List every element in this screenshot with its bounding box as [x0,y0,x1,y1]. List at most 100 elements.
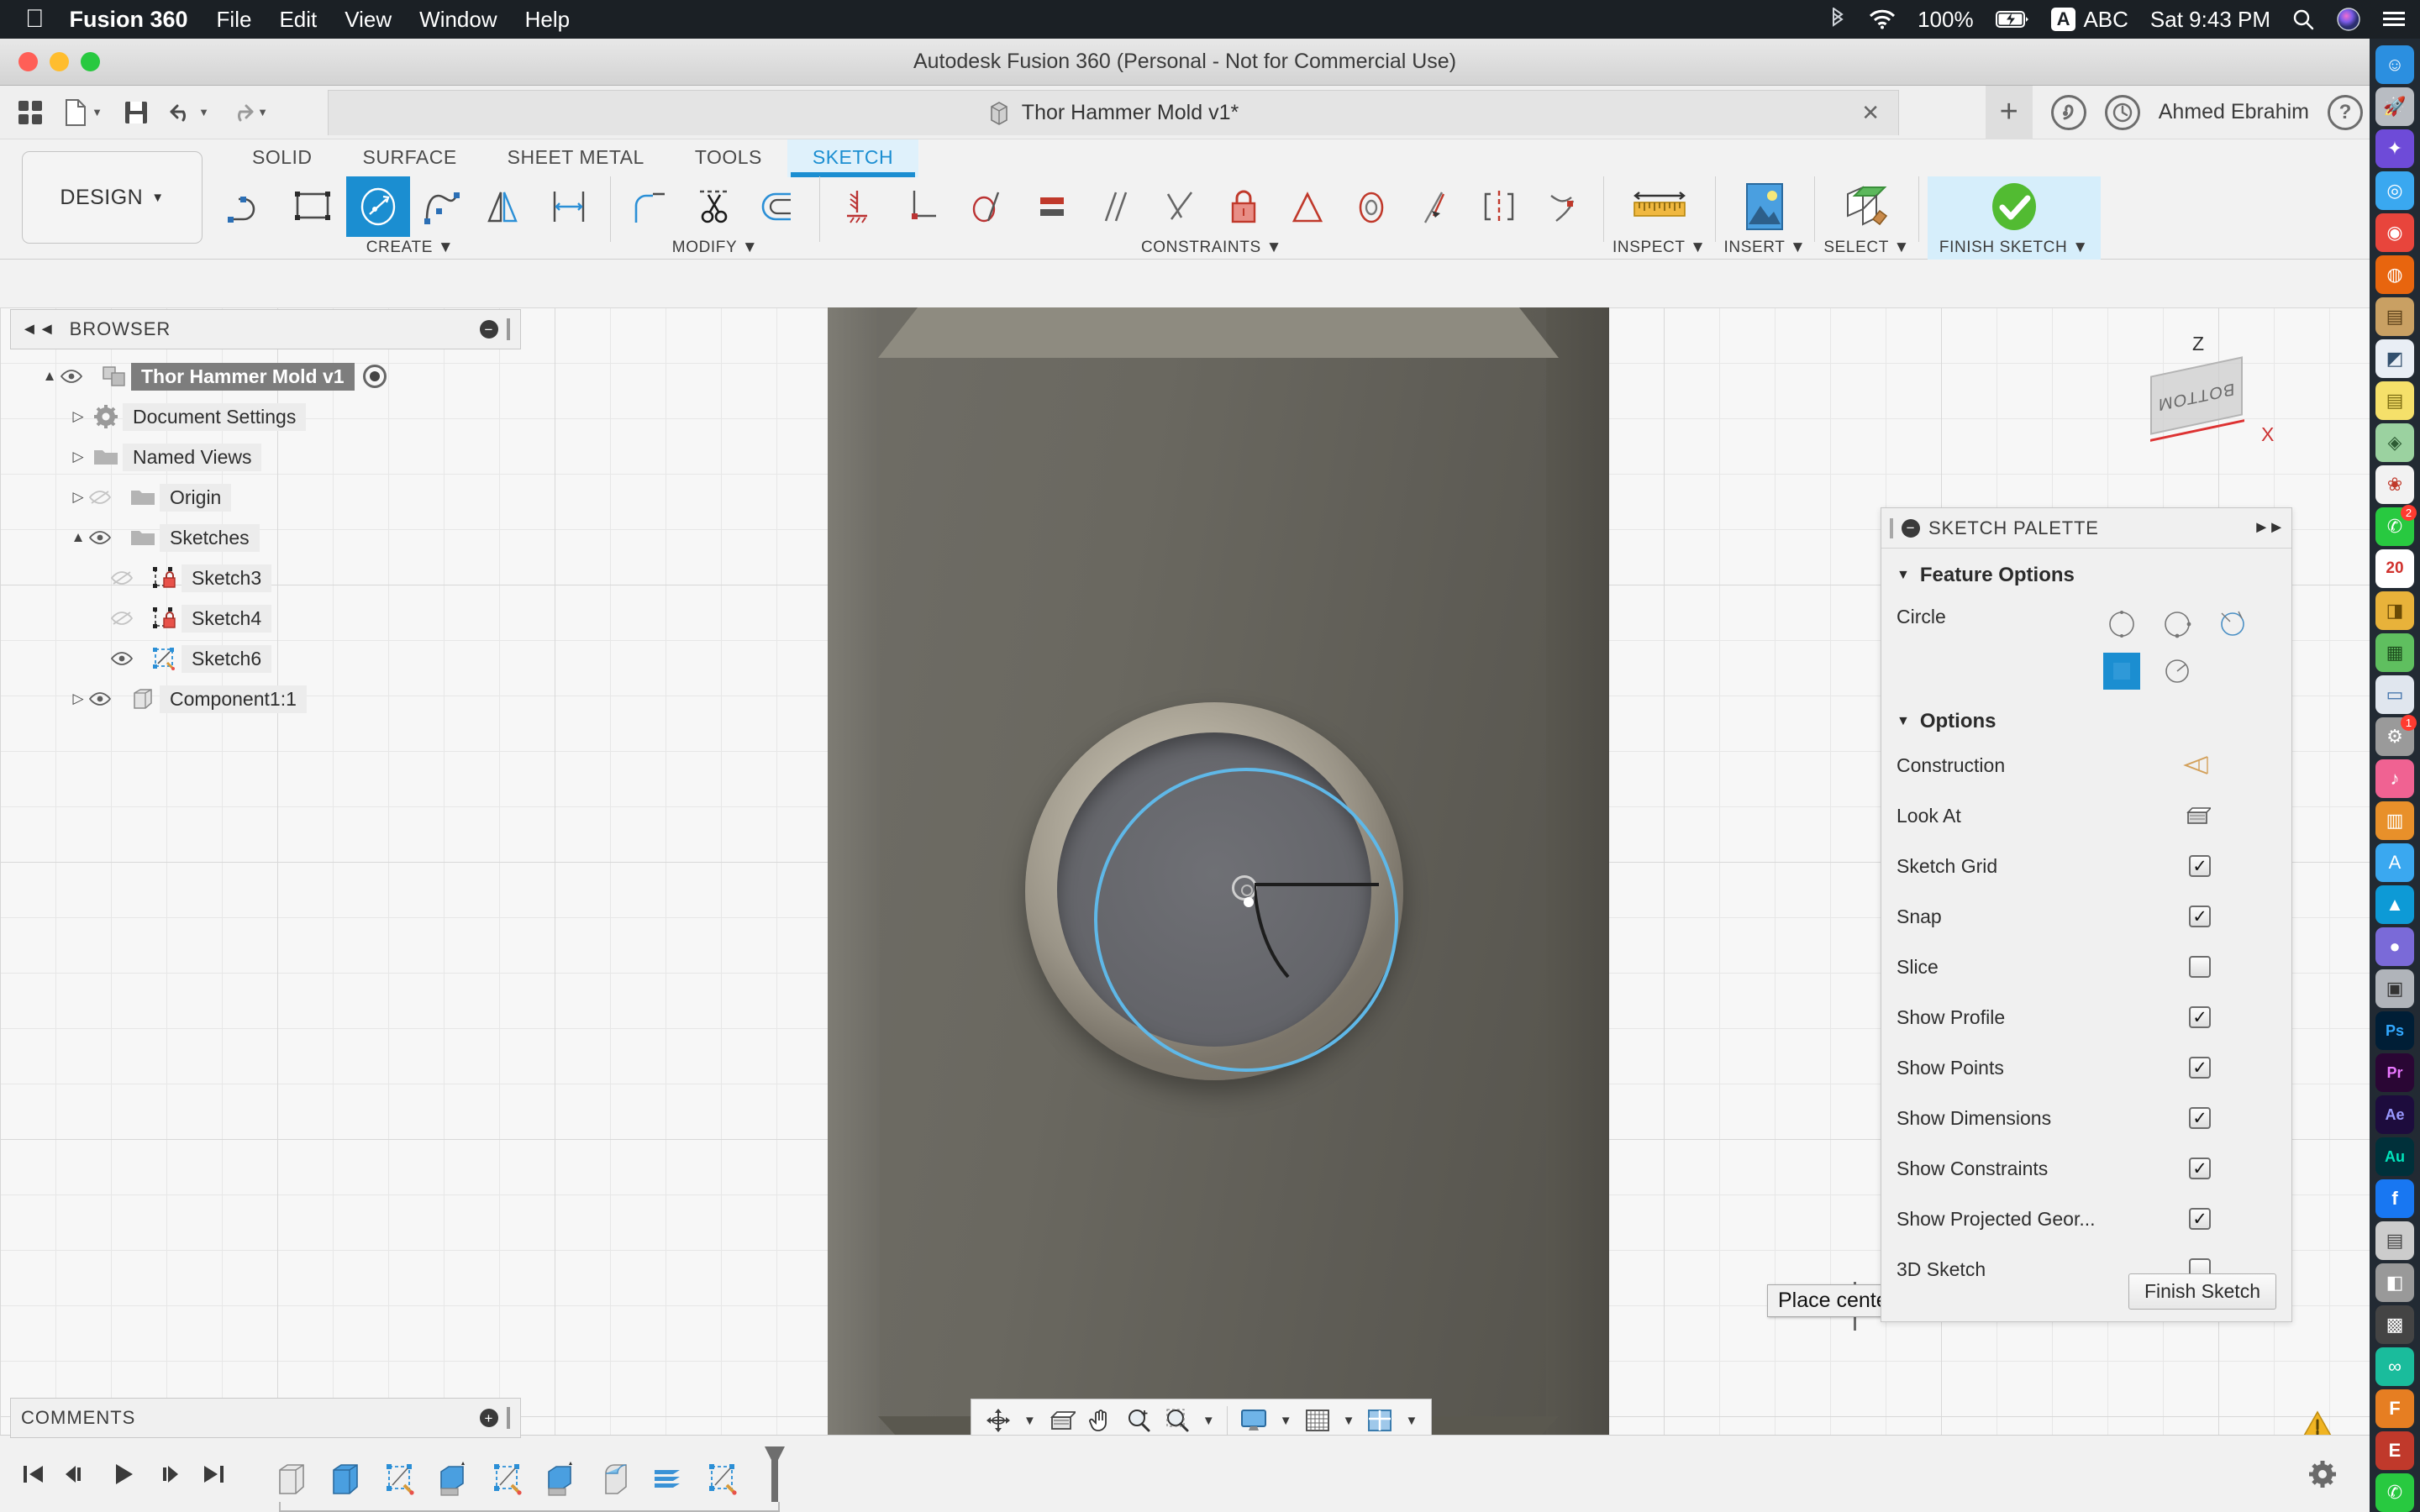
expand-arrow-icon[interactable]: ▷ [67,449,89,465]
construction-icon[interactable] [2182,754,2211,776]
wifi-icon[interactable] [1869,9,1896,29]
parallel-constraint[interactable] [1084,176,1148,237]
recess-inner-face[interactable] [1057,732,1398,1072]
spline-tool[interactable] [410,176,474,237]
offset-tool[interactable] [747,176,811,237]
close-icon[interactable]: ✕ [1861,100,1880,126]
row-show-points[interactable]: Show Points ✓ [1881,1042,2291,1093]
look-at-icon[interactable] [1043,1402,1081,1439]
activate-component-radio[interactable] [362,365,387,388]
app-icon-7[interactable]: ▣ [2375,969,2414,1008]
concentric-constraint[interactable] [1339,176,1403,237]
lock-constraint[interactable] [1212,176,1276,237]
itunes-icon[interactable]: ♪ [2375,759,2414,798]
play-button[interactable] [111,1462,136,1487]
grid-apps-icon[interactable] [8,91,52,134]
preview-icon[interactable]: ◩ [2375,339,2414,378]
finish-sketch-button[interactable]: Finish Sketch [2128,1273,2276,1310]
rectangle-tool[interactable] [282,176,346,237]
launchpad-icon[interactable]: 🚀 [2375,87,2414,126]
tree-item-sketch3[interactable]: Sketch3 [10,558,521,598]
viewport-layout-icon[interactable] [1361,1402,1398,1439]
input-method-indicator[interactable]: A ABC [2050,7,2128,33]
safari-icon[interactable]: ◎ [2375,171,2414,210]
expand-arrow-icon[interactable]: ▷ [67,408,89,425]
visibility-eye-icon[interactable] [111,651,148,666]
aftereffects-icon[interactable]: Ae [2375,1095,2414,1134]
view-cube[interactable]: Z BOTTOM X [2122,333,2274,467]
group-label-create[interactable]: CREATE ▼ [366,239,455,257]
group-label-constraints[interactable]: CONSTRAINTS ▼ [1141,239,1282,257]
expand-arrow-icon[interactable]: ▲ [67,529,89,546]
snap-checkbox[interactable]: ✓ [2189,906,2211,927]
timeline-settings-gear-icon[interactable] [2309,1460,2336,1488]
zoom-icon[interactable] [1120,1402,1157,1439]
tab-sketch[interactable]: SKETCH [786,139,919,177]
measure-tool[interactable] [1619,176,1700,237]
minimize-icon[interactable]: − [480,320,498,339]
tree-item-component1[interactable]: ▷ Component1:1 [10,679,521,719]
finder-icon[interactable]: ☺ [2375,45,2414,84]
group-label-insert[interactable]: INSERT ▼ [1724,239,1807,257]
tab-surface[interactable]: SURFACE [338,139,482,177]
tree-item-sketch6[interactable]: Sketch6 [10,638,521,679]
two-tangent-circle-option[interactable] [2103,653,2140,690]
audition-icon[interactable]: Au [2375,1137,2414,1176]
two-point-circle-option[interactable] [2159,606,2196,643]
go-to-beginning-button[interactable] [20,1462,45,1487]
keynote-icon[interactable]: ◨ [2375,591,2414,630]
collinear-constraint[interactable] [1403,176,1467,237]
mirror-tool[interactable] [474,176,538,237]
collapse-left-icon[interactable]: ◄◄ [21,320,56,339]
show-constraints-checkbox[interactable]: ✓ [2189,1158,2211,1179]
timeline-playhead[interactable] [761,1446,788,1502]
tree-item-sketches[interactable]: ▲ Sketches [10,517,521,558]
orbit-icon[interactable] [980,1402,1017,1439]
chevron-down-icon[interactable]: ▼ [1275,1414,1297,1428]
group-label-finish-sketch[interactable]: FINISH SKETCH ▼ [1939,239,2089,257]
app-icon-14[interactable]: ▩ [2375,1305,2414,1344]
pages-icon[interactable]: ▭ [2375,675,2414,714]
help-icon[interactable]: ? [2328,94,2363,130]
expand-arrow-icon[interactable]: ▲ [39,368,60,385]
tab-tools[interactable]: TOOLS [670,139,787,177]
timeline-feature-body[interactable] [271,1458,314,1502]
fit-icon[interactable] [1159,1402,1196,1439]
timeline-feature-extrude[interactable] [324,1458,368,1502]
show-dimensions-checkbox[interactable]: ✓ [2189,1107,2211,1129]
look-at-icon[interactable] [2186,805,2211,827]
maps-icon[interactable]: ◈ [2375,423,2414,462]
panel-resize-grip[interactable] [507,318,510,340]
control-center-icon[interactable] [2383,10,2405,29]
chevron-down-icon[interactable]: ▼ [1197,1414,1220,1428]
circular-recess[interactable] [1025,702,1403,1080]
undo-icon[interactable]: ▼ [161,91,217,134]
menu-help[interactable]: Help [525,7,570,33]
menu-view[interactable]: View [345,7,392,33]
tree-item-document-settings[interactable]: ▷ Document Settings [10,396,521,437]
visibility-eye-off-icon[interactable] [111,570,148,585]
document-tab[interactable]: Thor Hammer Mold v1* ✕ [328,90,1899,135]
chevron-down-icon[interactable]: ▼ [257,106,268,118]
select-tool[interactable] [1827,176,1907,237]
app-icon-13[interactable]: ◧ [2375,1263,2414,1302]
tree-item-origin[interactable]: ▷ Origin [10,477,521,517]
chevron-down-icon[interactable]: ▼ [1018,1414,1041,1428]
facebook-icon[interactable]: f [2375,1179,2414,1218]
midpoint-constraint[interactable] [1276,176,1339,237]
section-header-feature-options[interactable]: ▼ Feature Options [1881,549,2291,594]
menu-file[interactable]: File [217,7,252,33]
timeline-feature-thread[interactable] [647,1458,691,1502]
timeline-feature-fillet[interactable] [593,1458,637,1502]
whatsapp-icon[interactable]: ✆ 2 [2375,505,2417,546]
row-sketch-grid[interactable]: Sketch Grid ✓ [1881,841,2291,891]
user-name-label[interactable]: Ahmed Ebrahim [2159,100,2309,124]
trim-tool[interactable] [683,176,747,237]
app-icon-3[interactable]: ● [2375,927,2414,966]
step-forward-button[interactable] [156,1462,182,1487]
visibility-eye-off-icon[interactable] [89,490,126,505]
visibility-eye-icon[interactable] [60,369,97,384]
visibility-eye-icon[interactable] [89,691,126,706]
extension-icon[interactable] [2050,94,2086,130]
ribbon-group-finish-sketch[interactable]: FINISH SKETCH ▼ [1927,176,2101,260]
